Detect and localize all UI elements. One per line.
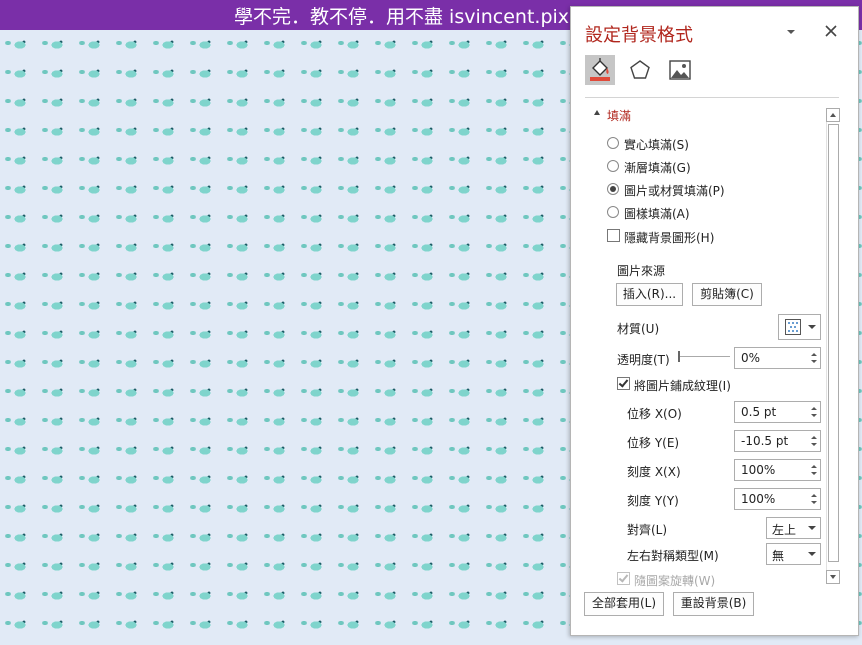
radio-label: 圖片或材質填滿(P) [624, 184, 725, 198]
radio-button[interactable] [607, 160, 619, 172]
radio-label: 漸層填滿(G) [624, 161, 691, 175]
checkbox-label: 將圖片鋪成紋理(I) [634, 379, 731, 393]
mirror-type-label: 左右對稱類型(M) [627, 549, 719, 563]
spin-arrows-icon[interactable] [810, 404, 818, 420]
close-icon[interactable] [823, 23, 839, 39]
radio-button[interactable] [607, 183, 619, 195]
offset-y-value: -10.5 pt [741, 434, 789, 448]
offset-y-label: 位移 Y(E) [627, 436, 680, 450]
scale-x-input[interactable]: 100% [734, 459, 821, 481]
alignment-label: 對齊(L) [627, 523, 668, 537]
section-fill-header[interactable]: 填滿 [607, 107, 631, 124]
scale-y-input[interactable]: 100% [734, 488, 821, 510]
radio-button[interactable] [607, 137, 619, 149]
insert-button[interactable]: 插入(R)... [616, 283, 683, 306]
transparency-slider-track[interactable] [678, 356, 730, 357]
checkbox[interactable] [617, 377, 630, 390]
scale-x-value: 100% [741, 463, 776, 477]
radio-label: 圖樣填滿(A) [624, 207, 690, 221]
texture-dropdown[interactable] [778, 314, 821, 340]
tab-fill[interactable] [585, 55, 615, 85]
radio-label: 實心填滿(S) [624, 138, 689, 152]
offset-y-input[interactable]: -10.5 pt [734, 430, 821, 452]
picture-source-label: 圖片來源 [617, 264, 666, 278]
alignment-value: 左上 [772, 523, 797, 537]
chevron-down-icon [808, 552, 816, 556]
spin-arrows-icon[interactable] [810, 491, 818, 507]
transparency-label: 透明度(T) [617, 353, 670, 367]
scroll-down-button[interactable] [826, 570, 840, 584]
transparency-value: 0% [741, 351, 761, 365]
apply-all-button[interactable]: 全部套用(L) [584, 592, 664, 616]
pane-title: 設定背景格式 [585, 25, 693, 46]
triangle-down-icon [830, 575, 836, 579]
tab-effects[interactable] [625, 55, 655, 85]
spin-arrows-icon[interactable] [810, 350, 818, 366]
spin-arrows-icon[interactable] [810, 433, 818, 449]
texture-label: 材質(U) [617, 322, 660, 336]
scrollbar-thumb[interactable] [828, 124, 839, 562]
scale-x-label: 刻度 X(X) [627, 465, 681, 479]
checkbox-label: 隨圖案旋轉(W) [634, 574, 716, 588]
picture-icon [669, 60, 691, 80]
checkbox-label: 隱藏背景圖形(H) [624, 231, 715, 245]
mirror-type-dropdown[interactable]: 無 [766, 543, 821, 565]
offset-x-input[interactable]: 0.5 pt [734, 401, 821, 423]
chevron-down-icon [808, 526, 816, 530]
spin-arrows-icon[interactable] [810, 462, 818, 478]
transparency-input[interactable]: 0% [734, 347, 821, 369]
paint-bucket-icon [590, 58, 610, 81]
texture-dots-icon [785, 319, 801, 335]
section-collapse-icon[interactable] [594, 110, 600, 115]
scroll-up-button[interactable] [826, 108, 840, 122]
offset-x-label: 位移 X(O) [627, 407, 682, 421]
scale-y-value: 100% [741, 492, 776, 506]
offset-x-value: 0.5 pt [741, 405, 777, 419]
alignment-dropdown[interactable]: 左上 [766, 517, 821, 539]
radio-button[interactable] [607, 206, 619, 218]
triangle-up-icon [830, 113, 836, 117]
tab-picture[interactable] [665, 55, 695, 85]
mirror-type-value: 無 [772, 549, 785, 563]
transparency-slider-handle[interactable] [678, 351, 680, 362]
chevron-down-icon[interactable] [784, 25, 798, 39]
tab-separator [585, 97, 839, 98]
checkbox[interactable] [607, 229, 620, 242]
scale-y-label: 刻度 Y(Y) [627, 494, 679, 508]
clipboard-button[interactable]: 剪貼簿(C) [692, 283, 762, 306]
pentagon-icon [630, 60, 650, 79]
checkbox [617, 572, 630, 585]
reset-background-button[interactable]: 重設背景(B) [673, 592, 754, 616]
chevron-down-icon [808, 325, 816, 329]
